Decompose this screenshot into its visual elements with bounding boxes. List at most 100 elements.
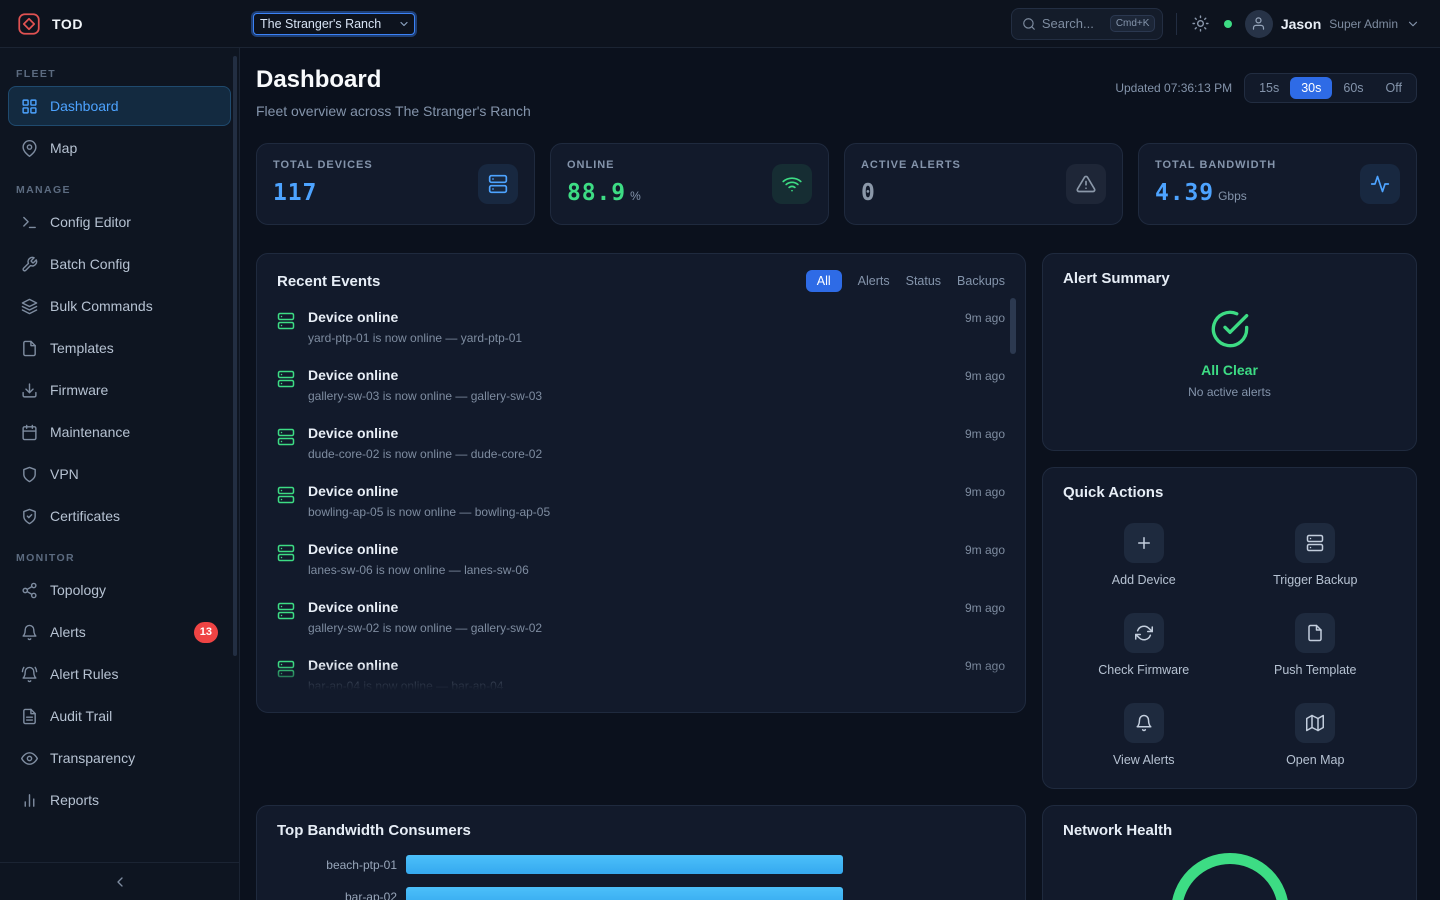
page-title: Dashboard [256, 66, 531, 94]
alert-detail-text: No active alerts [1188, 385, 1271, 399]
sidebar-item-label: Audit Trail [50, 708, 112, 724]
quick-action-label: Check Firmware [1098, 663, 1189, 677]
device-server-icon [277, 428, 295, 446]
shield-check-icon [21, 508, 38, 525]
quick-action-open-map[interactable]: Open Map [1235, 703, 1397, 767]
sidebar-item-bulk-commands[interactable]: Bulk Commands [8, 286, 231, 326]
refresh-option-30s[interactable]: 30s [1290, 77, 1332, 99]
device-server-icon [277, 486, 295, 504]
sidebar-item-reports[interactable]: Reports [8, 780, 231, 820]
sidebar-item-alert-rules[interactable]: Alert Rules [8, 654, 231, 694]
event-detail: dude-core-02 is now online — dude-core-0… [308, 447, 542, 461]
stat-value: 88.9 [567, 180, 626, 206]
sun-icon [1192, 15, 1209, 32]
dashboard-grid-icon [21, 98, 38, 115]
sidebar-item-batch-config[interactable]: Batch Config [8, 244, 231, 284]
bandwidth-panel: Top Bandwidth Consumers beach-ptp-01 bar… [256, 805, 1026, 900]
user-icon [1251, 16, 1266, 31]
search-input[interactable] [1042, 16, 1104, 31]
filter-all[interactable]: All [806, 270, 842, 292]
alert-summary-title: Alert Summary [1063, 270, 1396, 287]
refresh-option-60s[interactable]: 60s [1332, 77, 1374, 99]
eye-icon [21, 750, 38, 767]
sidebar-collapse-button[interactable] [112, 874, 128, 890]
filter-backups[interactable]: Backups [957, 274, 1005, 288]
refresh-option-off[interactable]: Off [1375, 77, 1413, 99]
quick-action-check-firmware[interactable]: Check Firmware [1063, 613, 1225, 677]
filter-status[interactable]: Status [906, 274, 941, 288]
sidebar-scrollbar[interactable] [233, 56, 237, 656]
stat-card-active-alerts: ACTIVE ALERTS 0 [844, 143, 1123, 225]
quick-actions-title: Quick Actions [1063, 484, 1396, 501]
event-row: Device onlinelanes-sw-06 is now online —… [277, 530, 1005, 588]
sidebar-item-topology[interactable]: Topology [8, 570, 231, 610]
wifi-icon [782, 174, 802, 194]
refresh-interval-group: 15s 30s 60s Off [1244, 73, 1417, 103]
site-selector[interactable]: The Stranger's Ranch [253, 13, 415, 35]
device-server-icon [277, 544, 295, 562]
quick-action-trigger-backup[interactable]: Trigger Backup [1235, 523, 1397, 587]
events-list: Device onlineyard-ptp-01 is now online —… [277, 298, 1005, 690]
event-time: 9m ago [965, 599, 1005, 615]
file-text-icon [21, 708, 38, 725]
calendar-icon [21, 424, 38, 441]
app-name: TOD [52, 16, 83, 32]
layers-icon [21, 298, 38, 315]
sidebar-item-templates[interactable]: Templates [8, 328, 231, 368]
quick-actions-panel: Quick Actions Add Device Trigger Backup … [1042, 467, 1417, 789]
events-scrollbar-thumb[interactable] [1010, 298, 1016, 354]
device-server-icon [277, 370, 295, 388]
sidebar-item-maintenance[interactable]: Maintenance [8, 412, 231, 452]
sidebar-item-dashboard[interactable]: Dashboard [8, 86, 231, 126]
topology-icon [21, 582, 38, 599]
page-header: Dashboard Fleet overview across The Stra… [256, 66, 1417, 119]
sidebar-item-firmware[interactable]: Firmware [8, 370, 231, 410]
event-time: 9m ago [965, 483, 1005, 499]
event-row: Device online dude-core-02 is now online … [277, 414, 1005, 472]
stat-card-total-devices: TOTAL DEVICES 117 [256, 143, 535, 225]
filter-alerts[interactable]: Alerts [858, 274, 890, 288]
alert-triangle-icon [1076, 174, 1096, 194]
theme-toggle-button[interactable] [1190, 13, 1211, 34]
refresh-icon [1135, 624, 1153, 642]
quick-action-view-alerts[interactable]: View Alerts [1063, 703, 1225, 767]
sidebar-item-map[interactable]: Map [8, 128, 231, 168]
check-circle-icon [1210, 309, 1250, 349]
stat-value: 4.39 [1155, 180, 1214, 206]
alerts-count-badge: 13 [194, 622, 218, 643]
event-row: Device onlinegallery-sw-02 is now online… [277, 588, 1005, 646]
page-subtitle: Fleet overview across The Stranger's Ran… [256, 103, 531, 119]
user-menu[interactable]: Jason Super Admin [1245, 10, 1420, 38]
stat-value: 117 [273, 180, 317, 206]
sidebar-item-label: Maintenance [50, 424, 130, 440]
event-title: Device online [308, 657, 503, 673]
sidebar-item-transparency[interactable]: Transparency [8, 738, 231, 778]
sidebar-item-certificates[interactable]: Certificates [8, 496, 231, 536]
refresh-option-15s[interactable]: 15s [1248, 77, 1290, 99]
sidebar-item-vpn[interactable]: VPN [8, 454, 231, 494]
stat-unit: % [630, 189, 641, 203]
updated-timestamp: Updated 07:36:13 PM [1115, 81, 1232, 95]
quick-action-label: Trigger Backup [1273, 573, 1357, 587]
wrench-icon [21, 256, 38, 273]
user-name: Jason [1281, 16, 1321, 32]
site-selector-wrap: The Stranger's Ranch [253, 13, 415, 35]
stat-label: ONLINE [567, 159, 641, 171]
search-box[interactable]: Cmd+K [1011, 8, 1163, 40]
sidebar-item-config-editor[interactable]: Config Editor [8, 202, 231, 242]
quick-action-add-device[interactable]: Add Device [1063, 523, 1225, 587]
event-title: Device online [308, 425, 542, 441]
file-icon [1306, 624, 1324, 642]
event-title: Device online [308, 309, 522, 325]
search-shortcut-badge: Cmd+K [1110, 15, 1156, 32]
sidebar-item-label: Topology [50, 582, 106, 598]
device-server-icon [277, 660, 295, 678]
sidebar-item-audit-trail[interactable]: Audit Trail [8, 696, 231, 736]
topbar-divider [1176, 13, 1177, 35]
event-title: Device online [308, 367, 542, 383]
network-health-gauge [1171, 853, 1289, 900]
event-detail: bowling-ap-05 is now online — bowling-ap… [308, 505, 550, 519]
sidebar-item-alerts[interactable]: Alerts 13 [8, 612, 231, 652]
bandwidth-title: Top Bandwidth Consumers [277, 822, 1005, 839]
quick-action-push-template[interactable]: Push Template [1235, 613, 1397, 677]
